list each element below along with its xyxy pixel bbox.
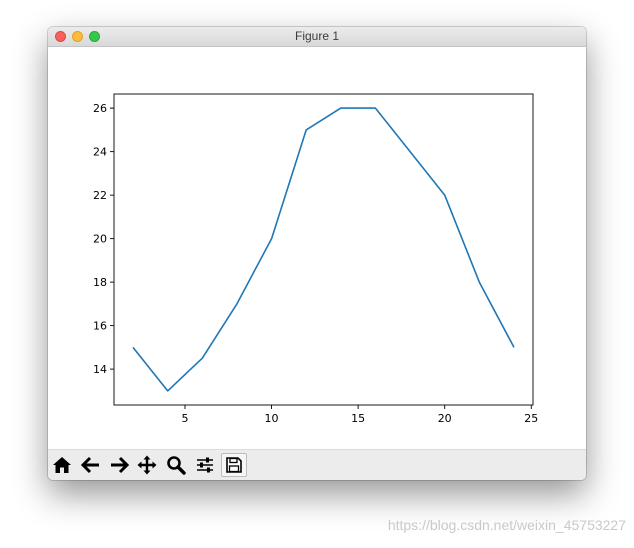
home-icon: [53, 457, 71, 473]
y-tick-label: 20: [93, 233, 107, 246]
watermark-text: https://blog.csdn.net/weixin_45753227: [387, 517, 626, 533]
title-bar[interactable]: Figure 1: [48, 27, 586, 47]
line-chart: 14 16 18 20 22 24 26 5 10 15 20 25: [93, 93, 538, 425]
zoom-button[interactable]: [163, 453, 189, 477]
figure-window: Figure 1 14 16 18 20 22 24 26 5 10 15 20 25: [48, 27, 586, 480]
x-tick-label: 5: [181, 412, 188, 425]
x-tick-label: 20: [438, 412, 452, 425]
forward-button[interactable]: [106, 453, 132, 477]
arrow-left-icon: [81, 456, 99, 474]
home-button[interactable]: [49, 453, 75, 477]
x-tick-label: 10: [265, 412, 279, 425]
y-tick-label: 26: [93, 102, 107, 115]
y-tick-label: 14: [93, 363, 107, 376]
series-line: [132, 107, 515, 392]
configure-subplots-button[interactable]: [192, 453, 218, 477]
floppy-disk-icon: [226, 457, 242, 473]
plot-frame: [113, 93, 534, 406]
x-tick-label: 15: [351, 412, 365, 425]
window-title: Figure 1: [294, 29, 340, 43]
arrow-right-icon: [111, 456, 129, 474]
navigation-toolbar: [48, 449, 586, 480]
y-tick-label: 24: [93, 146, 107, 159]
pan-button[interactable]: [134, 453, 160, 477]
magnifier-icon: [167, 456, 186, 475]
move-icon: [137, 455, 157, 475]
save-button[interactable]: [221, 453, 247, 477]
back-button[interactable]: [78, 453, 104, 477]
y-tick-label: 16: [93, 320, 107, 333]
figure-canvas[interactable]: 14 16 18 20 22 24 26 5 10 15 20 25: [48, 47, 586, 449]
x-tick-label: 25: [524, 412, 538, 425]
sliders-icon: [197, 457, 213, 473]
y-tick-label: 18: [93, 276, 107, 289]
y-tick-label: 22: [93, 189, 107, 202]
